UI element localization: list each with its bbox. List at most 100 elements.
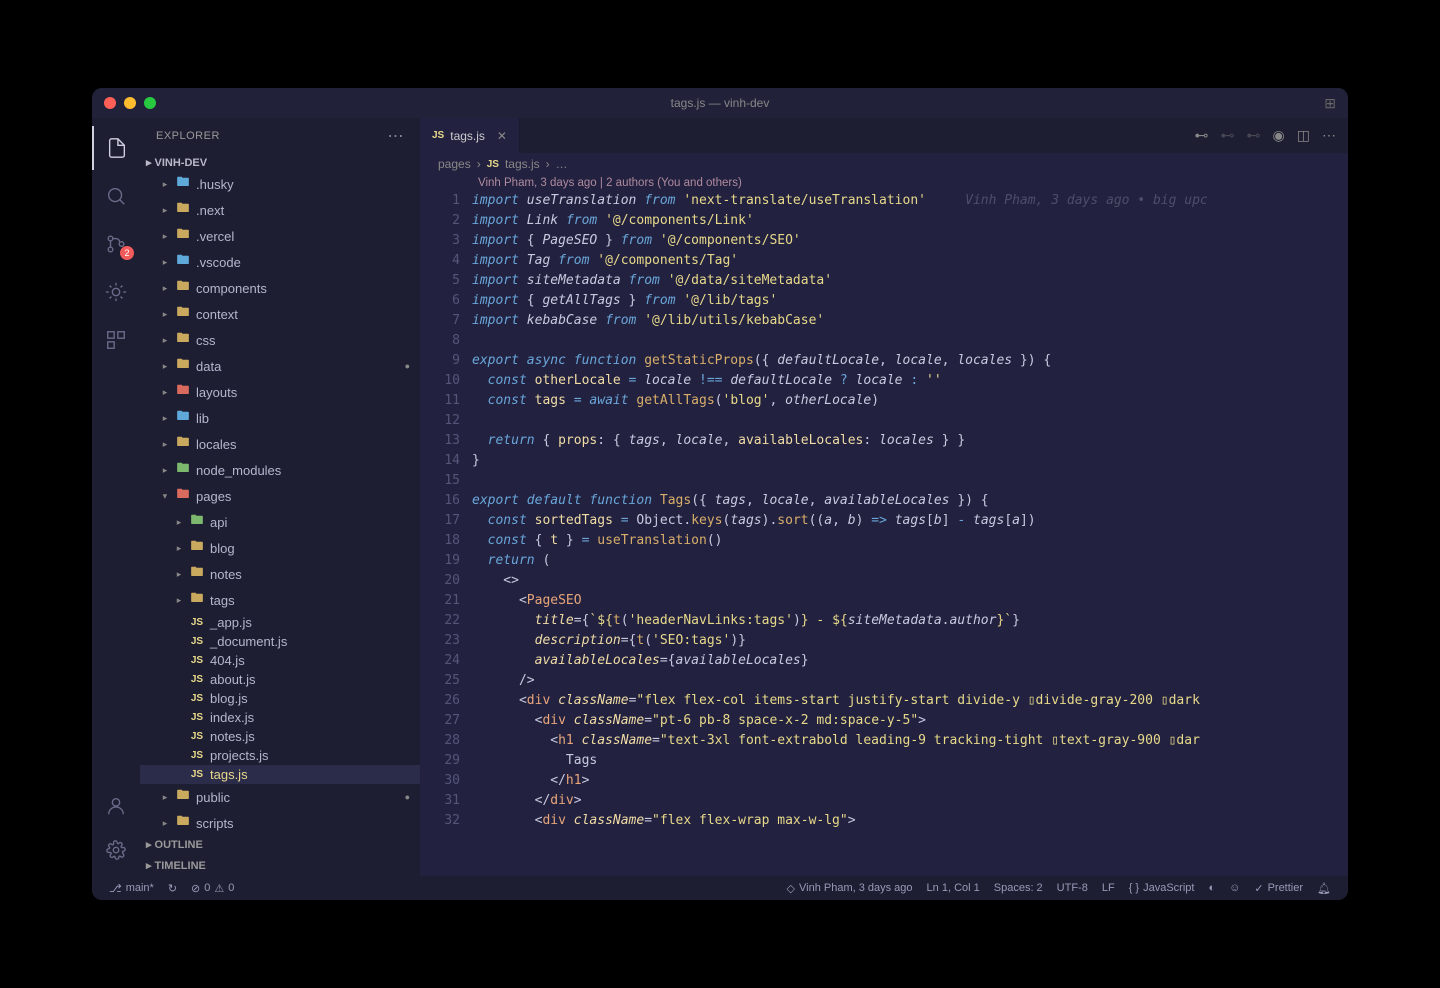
code-line[interactable]: 10 const otherLocale = locale !== defaul…	[420, 371, 1348, 391]
code-line[interactable]: 6import { getAllTags } from '@/lib/tags'	[420, 291, 1348, 311]
git-commit-icon[interactable]: ⊷	[1247, 127, 1261, 144]
more-actions-icon[interactable]: ⋯	[388, 126, 405, 146]
code-line[interactable]: 31 </div>	[420, 791, 1348, 811]
outline-section[interactable]: ▸ OUTLINE	[140, 834, 420, 855]
tree-item-components[interactable]: ▸🖿components	[140, 275, 420, 301]
tree-item--vscode[interactable]: ▸🖿.vscode	[140, 249, 420, 275]
code-line[interactable]: 8	[420, 331, 1348, 351]
run-icon[interactable]: ◉	[1273, 127, 1285, 144]
tree-item-scripts[interactable]: ▸🖿scripts	[140, 810, 420, 834]
tree-item-404-js[interactable]: JS404.js	[140, 651, 420, 670]
tree-item-layouts[interactable]: ▸🖿layouts	[140, 379, 420, 405]
eol[interactable]: LF	[1095, 882, 1122, 894]
explorer-icon[interactable]	[92, 126, 140, 170]
tree-item--husky[interactable]: ▸🖿.husky	[140, 171, 420, 197]
git-codelens[interactable]: Vinh Pham, 3 days ago | 2 authors (You a…	[420, 175, 1348, 191]
tree-item-locales[interactable]: ▸🖿locales	[140, 431, 420, 457]
account-icon[interactable]	[92, 784, 140, 828]
code-line[interactable]: 30 </h1>	[420, 771, 1348, 791]
code-line[interactable]: 5import siteMetadata from '@/data/siteMe…	[420, 271, 1348, 291]
timeline-section[interactable]: ▸ TIMELINE	[140, 855, 420, 876]
code-line[interactable]: 11 const tags = await getAllTags('blog',…	[420, 391, 1348, 411]
code-line[interactable]: 2import Link from '@/components/Link'	[420, 211, 1348, 231]
git-commit-icon[interactable]: ⊷	[1195, 127, 1209, 144]
tree-item-pages[interactable]: ▸🖿pages	[140, 483, 420, 509]
notifications-icon[interactable]: 🔔︎	[1310, 882, 1338, 895]
tab-tags-js[interactable]: JS tags.js ✕	[420, 118, 520, 153]
code-line[interactable]: 32 <div className="flex flex-wrap max-w-…	[420, 811, 1348, 831]
tree-item--next[interactable]: ▸🖿.next	[140, 197, 420, 223]
tree-item-_document-js[interactable]: JS_document.js	[140, 632, 420, 651]
code-line[interactable]: 4import Tag from '@/components/Tag'	[420, 251, 1348, 271]
debug-icon[interactable]	[92, 270, 140, 314]
code-line[interactable]: 24 availableLocales={availableLocales}	[420, 651, 1348, 671]
code-line[interactable]: 27 <div className="pt-6 pb-8 space-x-2 m…	[420, 711, 1348, 731]
color-theme-icon[interactable]: ◐	[1201, 882, 1222, 894]
more-icon[interactable]: ⋯	[1322, 127, 1336, 144]
tree-item--vercel[interactable]: ▸🖿.vercel	[140, 223, 420, 249]
tree-item-blog[interactable]: ▸🖿blog	[140, 535, 420, 561]
tree-item-projects-js[interactable]: JSprojects.js	[140, 746, 420, 765]
code-line[interactable]: 18 const { t } = useTranslation()	[420, 531, 1348, 551]
titlebar[interactable]: tags.js — vinh-dev ⊞	[92, 88, 1348, 118]
problems[interactable]: ⊘ 0 ⚠ 0	[184, 882, 241, 895]
tree-item-about-js[interactable]: JSabout.js	[140, 670, 420, 689]
code-line[interactable]: 9export async function getStaticProps({ …	[420, 351, 1348, 371]
indentation[interactable]: Spaces: 2	[987, 882, 1050, 894]
code-line[interactable]: 25 />	[420, 671, 1348, 691]
breadcrumb[interactable]: pages › JS tags.js › …	[420, 153, 1348, 175]
layout-grid-icon[interactable]: ⊞	[1324, 95, 1336, 112]
code-line[interactable]: 16export default function Tags({ tags, l…	[420, 491, 1348, 511]
code-line[interactable]: 14}	[420, 451, 1348, 471]
code-line[interactable]: 29 Tags	[420, 751, 1348, 771]
file-tree[interactable]: ▸🖿.husky▸🖿.next▸🖿.vercel▸🖿.vscode▸🖿compo…	[140, 171, 420, 834]
encoding[interactable]: UTF-8	[1050, 882, 1095, 894]
close-tab-icon[interactable]: ✕	[497, 129, 507, 143]
close-window[interactable]	[104, 97, 116, 109]
project-header[interactable]: ▸ VINH-DEV	[140, 154, 420, 171]
code-line[interactable]: 3import { PageSEO } from '@/components/S…	[420, 231, 1348, 251]
tree-item-css[interactable]: ▸🖿css	[140, 327, 420, 353]
feedback-icon[interactable]: ☺	[1222, 882, 1247, 894]
code-line[interactable]: 1import useTranslation from 'next-transl…	[420, 191, 1348, 211]
code-line[interactable]: 12	[420, 411, 1348, 431]
code-line[interactable]: 13 return { props: { tags, locale, avail…	[420, 431, 1348, 451]
tree-item-node_modules[interactable]: ▸🖿node_modules	[140, 457, 420, 483]
code-line[interactable]: 17 const sortedTags = Object.keys(tags).…	[420, 511, 1348, 531]
code-line[interactable]: 22 title={`${t('headerNavLinks:tags')} -…	[420, 611, 1348, 631]
code-line[interactable]: 21 <PageSEO	[420, 591, 1348, 611]
tree-item-data[interactable]: ▸🖿data●	[140, 353, 420, 379]
prettier-status[interactable]: ✓ Prettier	[1247, 882, 1310, 895]
settings-gear-icon[interactable]	[92, 828, 140, 872]
tree-item-tags-js[interactable]: JStags.js	[140, 765, 420, 784]
tree-item-lib[interactable]: ▸🖿lib	[140, 405, 420, 431]
tree-item-notes-js[interactable]: JSnotes.js	[140, 727, 420, 746]
split-editor-icon[interactable]: ◫	[1297, 127, 1310, 144]
language-mode[interactable]: { } JavaScript	[1122, 882, 1202, 894]
extensions-icon[interactable]	[92, 318, 140, 362]
tree-item-_app-js[interactable]: JS_app.js	[140, 613, 420, 632]
code-line[interactable]: 26 <div className="flex flex-col items-s…	[420, 691, 1348, 711]
code-editor[interactable]: 1import useTranslation from 'next-transl…	[420, 191, 1348, 876]
code-line[interactable]: 15	[420, 471, 1348, 491]
code-line[interactable]: 23 description={t('SEO:tags')}	[420, 631, 1348, 651]
search-icon[interactable]	[92, 174, 140, 218]
tree-item-public[interactable]: ▸🖿public●	[140, 784, 420, 810]
tree-item-notes[interactable]: ▸🖿notes	[140, 561, 420, 587]
git-commit-icon[interactable]: ⊷	[1221, 127, 1235, 144]
tree-item-index-js[interactable]: JSindex.js	[140, 708, 420, 727]
tree-item-tags[interactable]: ▸🖿tags	[140, 587, 420, 613]
maximize-window[interactable]	[144, 97, 156, 109]
sync-icon[interactable]: ↻	[161, 882, 184, 895]
tree-item-blog-js[interactable]: JSblog.js	[140, 689, 420, 708]
minimize-window[interactable]	[124, 97, 136, 109]
tree-item-api[interactable]: ▸🖿api	[140, 509, 420, 535]
code-line[interactable]: 20 <>	[420, 571, 1348, 591]
source-control-icon[interactable]: 2	[92, 222, 140, 266]
code-line[interactable]: 19 return (	[420, 551, 1348, 571]
cursor-position[interactable]: Ln 1, Col 1	[920, 882, 987, 894]
code-line[interactable]: 7import kebabCase from '@/lib/utils/keba…	[420, 311, 1348, 331]
git-blame-status[interactable]: ◇ Vinh Pham, 3 days ago	[780, 882, 920, 895]
code-line[interactable]: 28 <h1 className="text-3xl font-extrabol…	[420, 731, 1348, 751]
git-branch[interactable]: ⎇ main*	[102, 882, 161, 895]
